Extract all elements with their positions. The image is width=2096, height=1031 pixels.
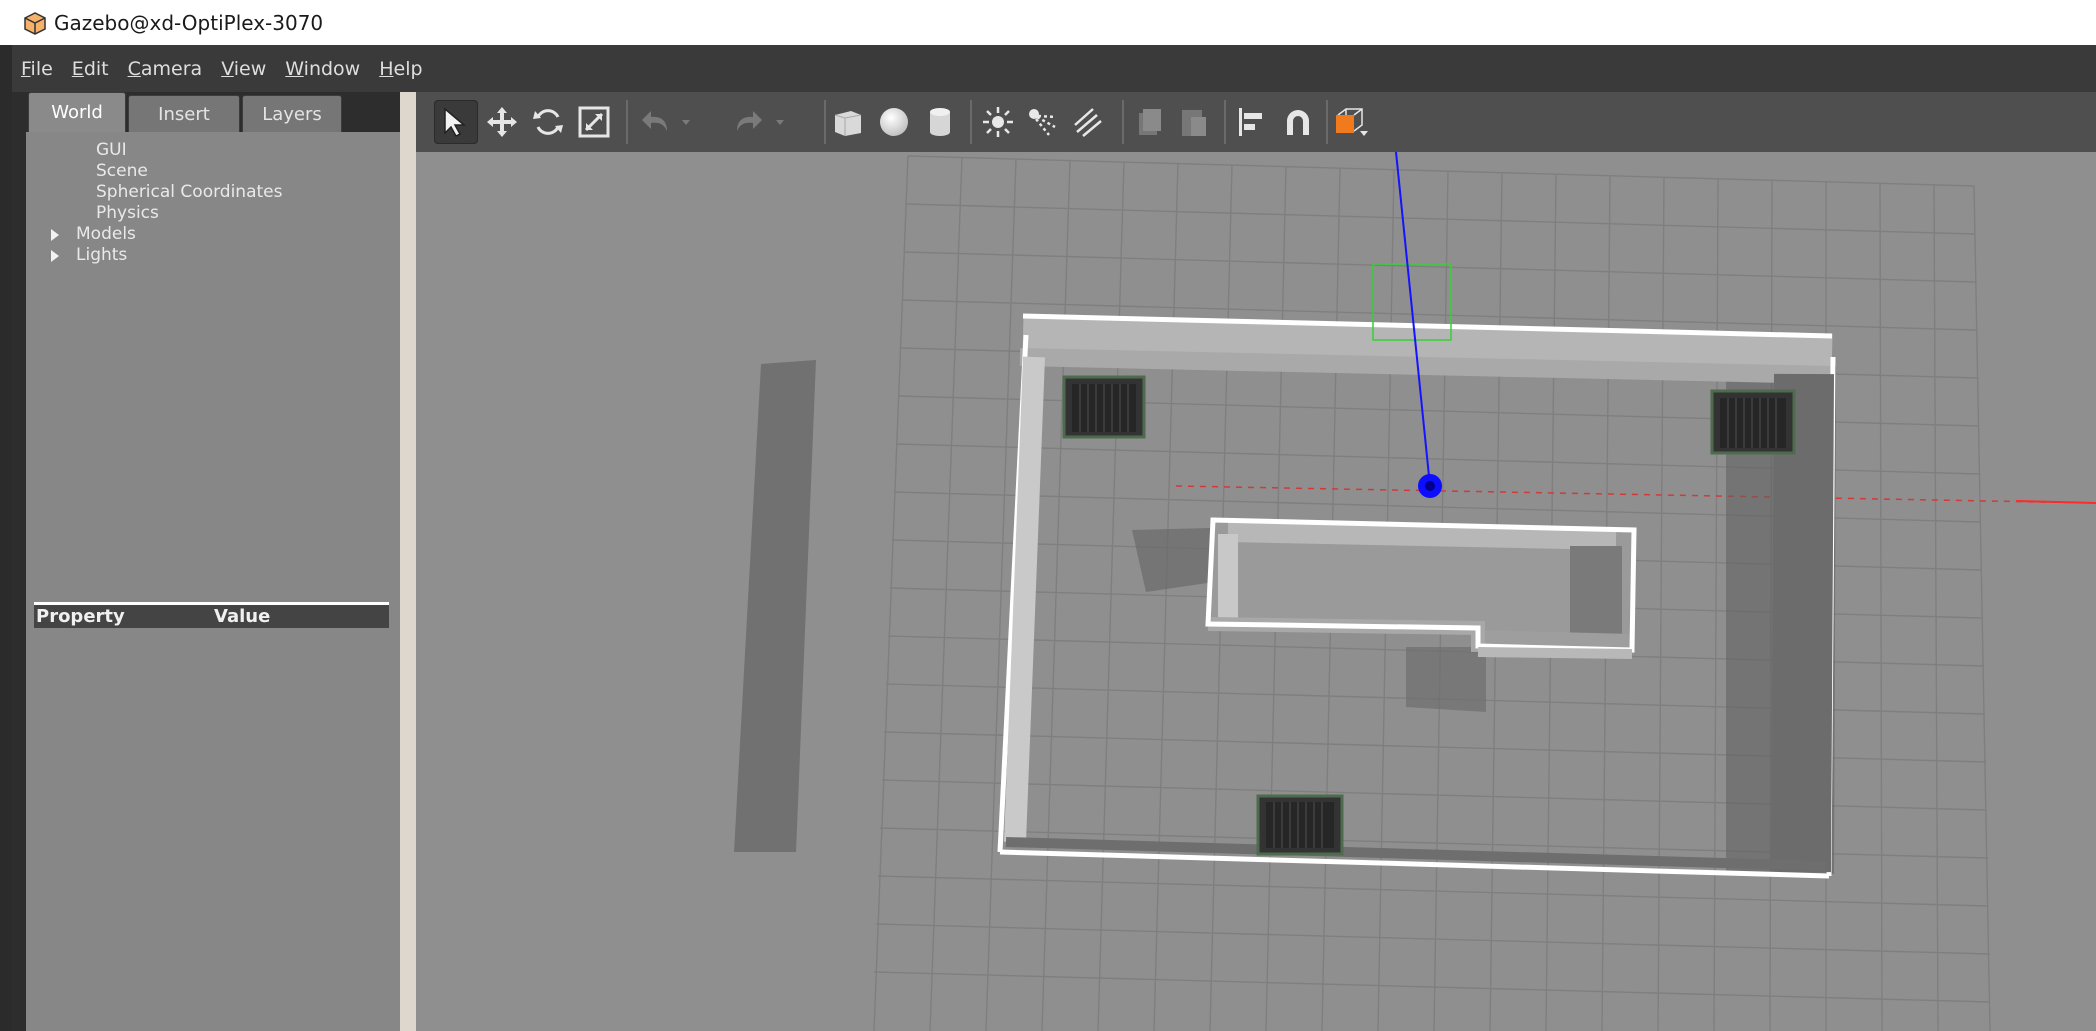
menu-bar: File Edit Camera View Window Help	[12, 45, 2096, 92]
expand-arrow-icon[interactable]	[40, 249, 70, 263]
redo-dropdown-icon[interactable]	[768, 100, 792, 144]
directional-light-icon[interactable]	[1066, 100, 1110, 144]
scene-viewport[interactable]	[416, 152, 2096, 1031]
left-panel-tabs: World Insert Layers	[26, 92, 400, 132]
window-left-edge	[0, 45, 12, 1031]
world-tree: GUI Scene Spherical Coordinates Physics …	[40, 140, 282, 266]
panel-splitter[interactable]	[400, 92, 416, 1031]
dumpster-model	[1256, 794, 1344, 856]
window-titlebar: Gazebo@xd-OptiPlex-3070	[0, 0, 2096, 45]
point-light-icon[interactable]	[976, 100, 1020, 144]
property-column-header: Property	[36, 606, 125, 627]
redo-icon[interactable]	[726, 100, 770, 144]
rotate-mode-icon[interactable]	[526, 100, 570, 144]
scene-toolbar	[416, 92, 2096, 153]
value-column-header: Value	[214, 606, 271, 627]
tab-insert[interactable]: Insert	[128, 95, 240, 132]
copy-icon[interactable]	[1128, 100, 1172, 144]
tree-item-models[interactable]: Models	[40, 224, 282, 245]
align-icon[interactable]	[1230, 100, 1274, 144]
tree-item-gui[interactable]: GUI	[40, 140, 282, 161]
left-panel: World Insert Layers GUI Scene Spherical …	[26, 92, 400, 1031]
tree-item-lights[interactable]: Lights	[40, 245, 282, 266]
expand-arrow-icon[interactable]	[40, 228, 70, 242]
tree-item-physics[interactable]: Physics	[40, 203, 282, 224]
menu-help[interactable]: Help	[379, 58, 422, 80]
tab-layers[interactable]: Layers	[242, 95, 342, 132]
dumpster-model	[1062, 375, 1146, 439]
menu-window[interactable]: Window	[285, 58, 360, 80]
paste-icon[interactable]	[1172, 100, 1216, 144]
dumpster-model	[1710, 389, 1796, 455]
select-mode-icon[interactable]	[434, 100, 478, 144]
cylinder-shape-icon[interactable]	[918, 100, 962, 144]
tree-item-scene[interactable]: Scene	[40, 161, 282, 182]
scale-mode-icon[interactable]	[572, 100, 616, 144]
scene-render	[416, 152, 2096, 1031]
undo-dropdown-icon[interactable]	[674, 100, 698, 144]
snap-icon[interactable]	[1276, 100, 1320, 144]
view-angle-icon[interactable]	[1330, 100, 1374, 144]
spot-light-icon[interactable]	[1020, 100, 1064, 144]
window-title: Gazebo@xd-OptiPlex-3070	[54, 10, 324, 35]
gazebo-app-icon	[22, 10, 48, 36]
tree-item-spherical-coordinates[interactable]: Spherical Coordinates	[40, 182, 282, 203]
menu-camera[interactable]: Camera	[128, 58, 203, 80]
property-table-header: Property Value	[34, 602, 389, 628]
tab-world[interactable]: World	[28, 92, 126, 132]
translate-mode-icon[interactable]	[480, 100, 524, 144]
menu-edit[interactable]: Edit	[72, 58, 109, 80]
menu-file[interactable]: File	[21, 58, 53, 80]
undo-icon[interactable]	[634, 100, 678, 144]
world-tab-content: GUI Scene Spherical Coordinates Physics …	[26, 132, 400, 1031]
menu-view[interactable]: View	[221, 58, 266, 80]
sphere-shape-icon[interactable]	[872, 100, 916, 144]
box-shape-icon[interactable]	[826, 100, 870, 144]
